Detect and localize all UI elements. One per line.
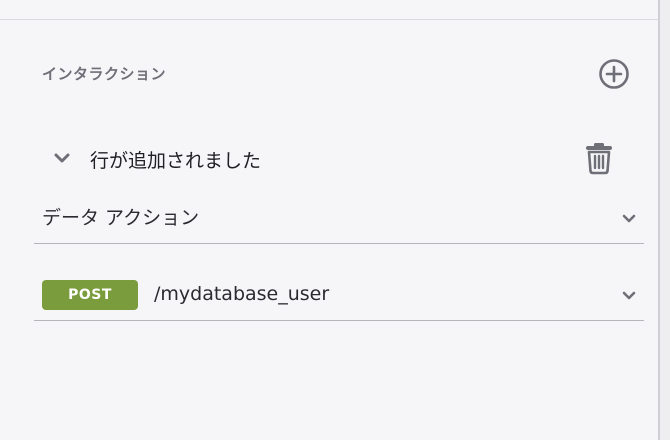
panel-right-edge <box>660 0 670 440</box>
chevron-down-icon <box>54 153 70 163</box>
delete-interaction-button[interactable] <box>582 140 616 176</box>
endpoint-path: /mydatabase_user <box>154 283 330 305</box>
add-interaction-button[interactable] <box>597 57 631 91</box>
event-title: 行が追加されました <box>90 150 262 172</box>
data-action-select[interactable]: データ アクション <box>34 195 644 244</box>
plus-circle-icon <box>599 59 629 89</box>
top-divider <box>0 19 658 20</box>
section-title: インタラクション <box>42 65 167 83</box>
data-action-select-value: データ アクション <box>42 207 200 229</box>
collapse-toggle[interactable] <box>52 148 72 168</box>
chevron-down-icon <box>622 291 636 300</box>
endpoint-select[interactable]: POST /mydatabase_user <box>34 272 644 321</box>
chevron-down-icon <box>622 214 636 223</box>
method-badge: POST <box>42 280 138 310</box>
interaction-event-row: 行が追加されました <box>34 138 634 178</box>
trash-icon <box>586 143 612 175</box>
